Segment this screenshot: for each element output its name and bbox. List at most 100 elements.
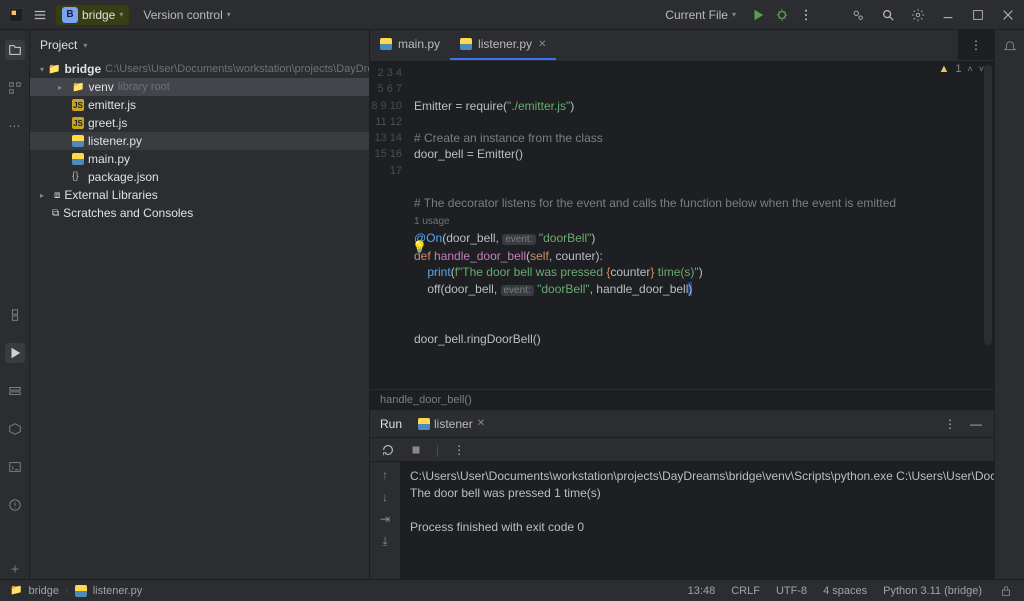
run-panel: Run listener ✕ ⋮ — | ⋮ ↑ ↓ <box>370 409 994 579</box>
tab-main-py[interactable]: main.py <box>370 30 450 60</box>
title-bar: B bridge ▾ Version control ▾ Current Fil… <box>0 0 1024 30</box>
editor-breadcrumb[interactable]: handle_door_bell() <box>370 389 994 409</box>
minimize-icon[interactable] <box>940 7 956 23</box>
console-line: Process finished with exit code 0 <box>410 520 584 534</box>
python-file-icon <box>418 418 430 430</box>
tree-item-label: main.py <box>88 152 130 166</box>
warning-icon: ▲ <box>938 63 949 75</box>
run-tab[interactable]: listener ✕ <box>412 415 491 433</box>
run-toolbar: | ⋮ <box>370 438 994 462</box>
project-tree[interactable]: ▾ 📁 bridge C:\Users\User\Documents\works… <box>30 60 369 579</box>
search-icon[interactable] <box>880 7 896 23</box>
more-icon[interactable]: ⋮ <box>968 37 984 53</box>
scroll-to-end-icon[interactable]: ⤓ <box>382 534 387 549</box>
run-tool-icon[interactable] <box>5 343 25 363</box>
run-button[interactable] <box>750 7 766 23</box>
intention-bulb-icon[interactable]: 💡 <box>412 239 427 255</box>
python-packages-icon[interactable] <box>5 419 25 439</box>
code-with-me-icon[interactable] <box>850 7 866 23</box>
tree-external-libs[interactable]: ▸ ⧈ External Libraries <box>30 186 369 204</box>
tree-file[interactable]: {} package.json <box>30 168 369 186</box>
status-encoding[interactable]: UTF-8 <box>776 585 807 597</box>
breadcrumb-file[interactable]: listener.py <box>93 585 143 597</box>
terminal-tool-icon[interactable] <box>5 457 25 477</box>
hide-panel-icon[interactable]: — <box>968 416 984 432</box>
project-selector[interactable]: B bridge ▾ <box>56 5 129 25</box>
tree-item-label: emitter.js <box>88 98 136 112</box>
hamburger-icon[interactable] <box>32 7 48 23</box>
close-icon[interactable] <box>1000 7 1016 23</box>
breadcrumb-function: handle_door_bell() <box>380 394 472 406</box>
js-file-icon: JS <box>72 99 84 111</box>
close-tab-icon[interactable]: ✕ <box>538 39 546 50</box>
soft-wrap-icon[interactable]: ⇥ <box>380 512 390 526</box>
tree-item-label: Scratches and Consoles <box>63 206 193 220</box>
console-output[interactable]: C:\Users\User\Documents\workstation\proj… <box>400 462 994 579</box>
tree-venv[interactable]: ▸ 📁 venv library root <box>30 78 369 96</box>
settings-icon[interactable] <box>910 7 926 23</box>
more-tools-icon[interactable]: ⋯ <box>5 116 25 136</box>
status-indent[interactable]: 4 spaces <box>823 585 867 597</box>
tab-listener-py[interactable]: listener.py ✕ <box>450 30 556 60</box>
chevron-up-icon[interactable]: ˄ <box>967 64 972 74</box>
tab-label: main.py <box>398 37 440 51</box>
rerun-icon[interactable] <box>380 442 396 458</box>
python-console-icon[interactable] <box>5 305 25 325</box>
tree-file-selected[interactable]: listener.py <box>30 132 369 150</box>
scroll-up-icon[interactable]: ↑ <box>382 468 388 482</box>
structure-tool-icon[interactable] <box>5 78 25 98</box>
tab-label: listener.py <box>478 37 532 51</box>
vcs-tool-icon[interactable] <box>5 559 25 579</box>
more-icon[interactable]: ⋮ <box>942 416 958 432</box>
sidebar-title: Project <box>40 38 77 52</box>
more-icon[interactable]: ⋮ <box>451 442 467 458</box>
project-tool-icon[interactable] <box>5 40 25 60</box>
vertical-scrollbar[interactable] <box>984 65 992 345</box>
tree-item-label: package.json <box>88 170 159 184</box>
services-tool-icon[interactable] <box>5 381 25 401</box>
problems-tool-icon[interactable] <box>5 495 25 515</box>
tree-item-label: External Libraries <box>64 188 157 202</box>
stop-icon[interactable] <box>408 442 424 458</box>
scroll-down-icon[interactable]: ↓ <box>382 490 388 504</box>
python-file-icon <box>460 38 472 50</box>
tree-file[interactable]: main.py <box>30 150 369 168</box>
vcs-dropdown[interactable]: Version control ▾ <box>137 6 236 24</box>
status-interpreter[interactable]: Python 3.11 (bridge) <box>883 585 982 597</box>
library-icon: ⧈ <box>54 190 60 201</box>
tree-item-label: listener.py <box>88 134 142 148</box>
collapse-icon[interactable]: ▸ <box>40 191 50 200</box>
collapse-icon[interactable]: ▸ <box>58 83 68 92</box>
expand-icon[interactable]: ▾ <box>40 65 44 74</box>
vcs-label: Version control <box>143 8 222 22</box>
code-content[interactable]: 💡 Emitter = require("./emitter.js") # Cr… <box>410 61 994 389</box>
run-config-dropdown[interactable]: Current File ▾ <box>659 6 742 24</box>
notifications-icon[interactable] <box>1003 40 1017 57</box>
run-sidebar: ↑ ↓ ⇥ ⤓ <box>370 462 400 579</box>
close-tab-icon[interactable]: ✕ <box>477 418 485 429</box>
chevron-down-icon: ▾ <box>227 10 231 19</box>
run-title: Run <box>380 417 402 431</box>
python-file-icon <box>72 135 84 147</box>
more-icon[interactable] <box>798 7 814 23</box>
tree-item-label: venv <box>88 80 113 94</box>
chevron-down-icon[interactable]: ▾ <box>83 41 87 50</box>
status-line-ending[interactable]: CRLF <box>731 585 760 597</box>
breadcrumb-root[interactable]: bridge <box>28 585 59 597</box>
maximize-icon[interactable] <box>970 7 986 23</box>
sidebar-header: Project ▾ <box>30 30 369 60</box>
folder-icon: 📁 <box>48 64 60 75</box>
tree-file[interactable]: JS emitter.js <box>30 96 369 114</box>
code-editor[interactable]: ▲ 1 ˄ ˅ 2 3 4 5 6 7 8 9 10 11 12 13 14 1… <box>370 61 994 389</box>
readonly-lock-icon[interactable] <box>998 583 1014 599</box>
tree-scratches[interactable]: ⧉ Scratches and Consoles <box>30 204 369 222</box>
tree-item-label: greet.js <box>88 116 127 130</box>
tree-file[interactable]: JS greet.js <box>30 114 369 132</box>
folder-icon: 📁 <box>72 82 84 93</box>
left-toolbar: ⋯ <box>0 30 30 579</box>
tree-root[interactable]: ▾ 📁 bridge C:\Users\User\Documents\works… <box>30 60 369 78</box>
main-area: ⋯ Project ▾ ▾ 📁 bridge C:\Users\User\Doc… <box>0 30 1024 579</box>
debug-button[interactable] <box>774 7 790 23</box>
editor-inspection-info[interactable]: ▲ 1 ˄ ˅ <box>928 63 994 75</box>
chevron-down-icon[interactable]: ˅ <box>979 64 984 74</box>
